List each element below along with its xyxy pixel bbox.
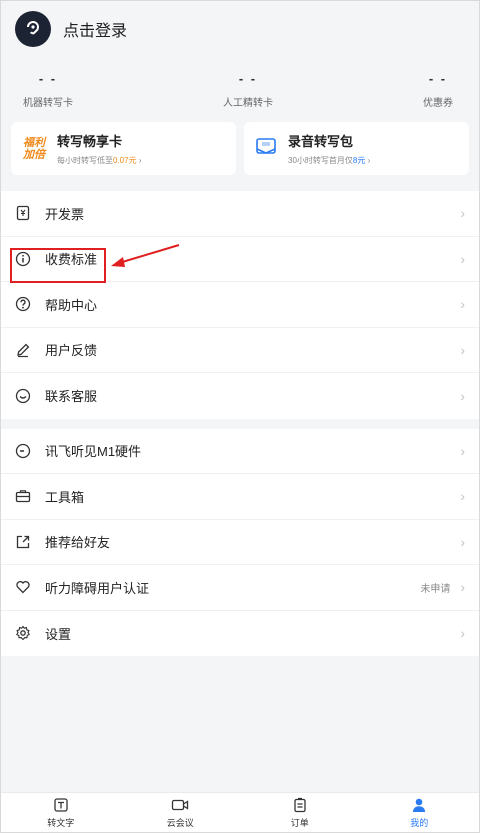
menu-item-support[interactable]: 联系客服 › [1, 373, 479, 419]
stat-value: - - [238, 71, 258, 86]
chevron-right-icon: › [460, 387, 465, 404]
menu-section-account: 开发票 › 收费标准 › 帮助中心 › 用户反馈 › 联系客服 › [1, 191, 479, 419]
chevron-right-icon: › [460, 341, 465, 358]
promo-card-transcribe[interactable]: 福利 加倍 转写畅享卡 每小时转写低至0.07元 › [11, 122, 236, 175]
share-icon [15, 534, 31, 550]
menu-item-pricing[interactable]: 收费标准 › [1, 237, 479, 282]
tab-label: 订单 [290, 817, 309, 828]
promo-cards: 福利 加倍 转写畅享卡 每小时转写低至0.07元 › 录音转写包 30小时转写首… [1, 113, 479, 175]
tab-meeting[interactable]: 云会议 [121, 793, 241, 832]
stat-value: - - [38, 71, 58, 86]
menu-item-invoice[interactable]: 开发票 › [1, 191, 479, 237]
badge-line: 福利 [23, 136, 45, 149]
menu-item-toolbox[interactable]: 工具箱 › [1, 474, 479, 520]
tab-transcribe[interactable]: 转文字 [1, 793, 121, 832]
toolbox-icon [15, 488, 31, 504]
account-stats: - - 机器转写卡 - - 人工精转卡 - - 优惠券 [1, 57, 479, 113]
menu-label: 收费标准 [45, 252, 98, 268]
bottom-tab-bar: 转文字 云会议 订单 我的 [1, 792, 479, 832]
menu-item-hearing-cert[interactable]: 听力障碍用户认证 未申请 › [1, 565, 479, 611]
stat-label: 优惠券 [423, 98, 453, 109]
menu-item-help[interactable]: 帮助中心 › [1, 282, 479, 328]
badge-line: 加倍 [23, 148, 45, 161]
audio-package-icon [254, 134, 278, 163]
menu-label: 讯飞听见M1硬件 [45, 444, 142, 460]
device-icon [15, 443, 31, 459]
tab-mine[interactable]: 我的 [360, 793, 480, 832]
menu-label: 设置 [45, 626, 72, 642]
stat-manual-card[interactable]: - - 人工精转卡 [223, 71, 273, 113]
menu-item-recommend[interactable]: 推荐给好友 › [1, 520, 479, 565]
chevron-right-icon: › [460, 488, 465, 505]
chevron-right-icon: › [460, 250, 465, 267]
menu-label: 用户反馈 [45, 343, 98, 359]
chevron-right-icon: › [460, 296, 465, 313]
text-icon [54, 797, 68, 812]
gear-icon [15, 625, 31, 641]
chevron-right-icon: › [460, 205, 465, 222]
promo-badge: 福利 加倍 [21, 137, 47, 161]
menu-label: 帮助中心 [45, 297, 98, 313]
stat-label: 机器转写卡 [23, 98, 73, 109]
profile-header[interactable]: 点击登录 [1, 1, 479, 57]
menu-label: 听力障碍用户认证 [45, 580, 150, 596]
menu-label: 开发票 [45, 206, 85, 222]
chat-icon [15, 388, 31, 404]
chevron-right-icon: › [460, 533, 465, 550]
card-title: 转写畅享卡 [57, 134, 123, 149]
menu-label: 工具箱 [45, 489, 85, 505]
card-title: 录音转写包 [288, 134, 354, 149]
video-icon [172, 799, 189, 810]
chevron-right-icon: › [460, 625, 465, 642]
stat-value: - - [428, 71, 448, 86]
card-subtitle: 30小时转写首月仅8元 › [288, 156, 371, 165]
chevron-right-icon: › [460, 579, 465, 596]
heart-icon [15, 579, 31, 595]
tab-orders[interactable]: 订单 [240, 793, 360, 832]
order-icon [294, 797, 306, 812]
info-icon [15, 251, 31, 267]
user-icon [413, 798, 426, 812]
stat-coupon[interactable]: - - 优惠券 [423, 71, 453, 113]
promo-card-audio[interactable]: 录音转写包 30小时转写首月仅8元 › [244, 122, 469, 175]
help-icon [15, 296, 31, 312]
status-text: 未申请 [420, 583, 451, 595]
menu-item-feedback[interactable]: 用户反馈 › [1, 328, 479, 373]
login-link[interactable]: 点击登录 [63, 17, 127, 41]
menu-item-m1-hardware[interactable]: 讯飞听见M1硬件 › [1, 429, 479, 474]
menu-item-settings[interactable]: 设置 › [1, 611, 479, 657]
stat-label: 人工精转卡 [223, 98, 273, 109]
menu-label: 推荐给好友 [45, 535, 111, 551]
tab-label: 云会议 [166, 817, 194, 828]
chevron-right-icon: › [460, 442, 465, 459]
tab-label: 我的 [410, 817, 429, 828]
card-subtitle: 每小时转写低至0.07元 › [57, 156, 142, 165]
pencil-icon [15, 342, 31, 358]
menu-label: 联系客服 [45, 389, 98, 405]
ear-logo-icon[interactable] [15, 11, 51, 47]
menu-section-more: 讯飞听见M1硬件 › 工具箱 › 推荐给好友 › 听力障碍用户认证 未申请 › … [1, 428, 479, 657]
tab-label: 转文字 [47, 817, 75, 828]
stat-machine-card[interactable]: - - 机器转写卡 [23, 71, 73, 113]
annotation-arrow-icon [111, 244, 180, 267]
invoice-icon [15, 205, 31, 221]
